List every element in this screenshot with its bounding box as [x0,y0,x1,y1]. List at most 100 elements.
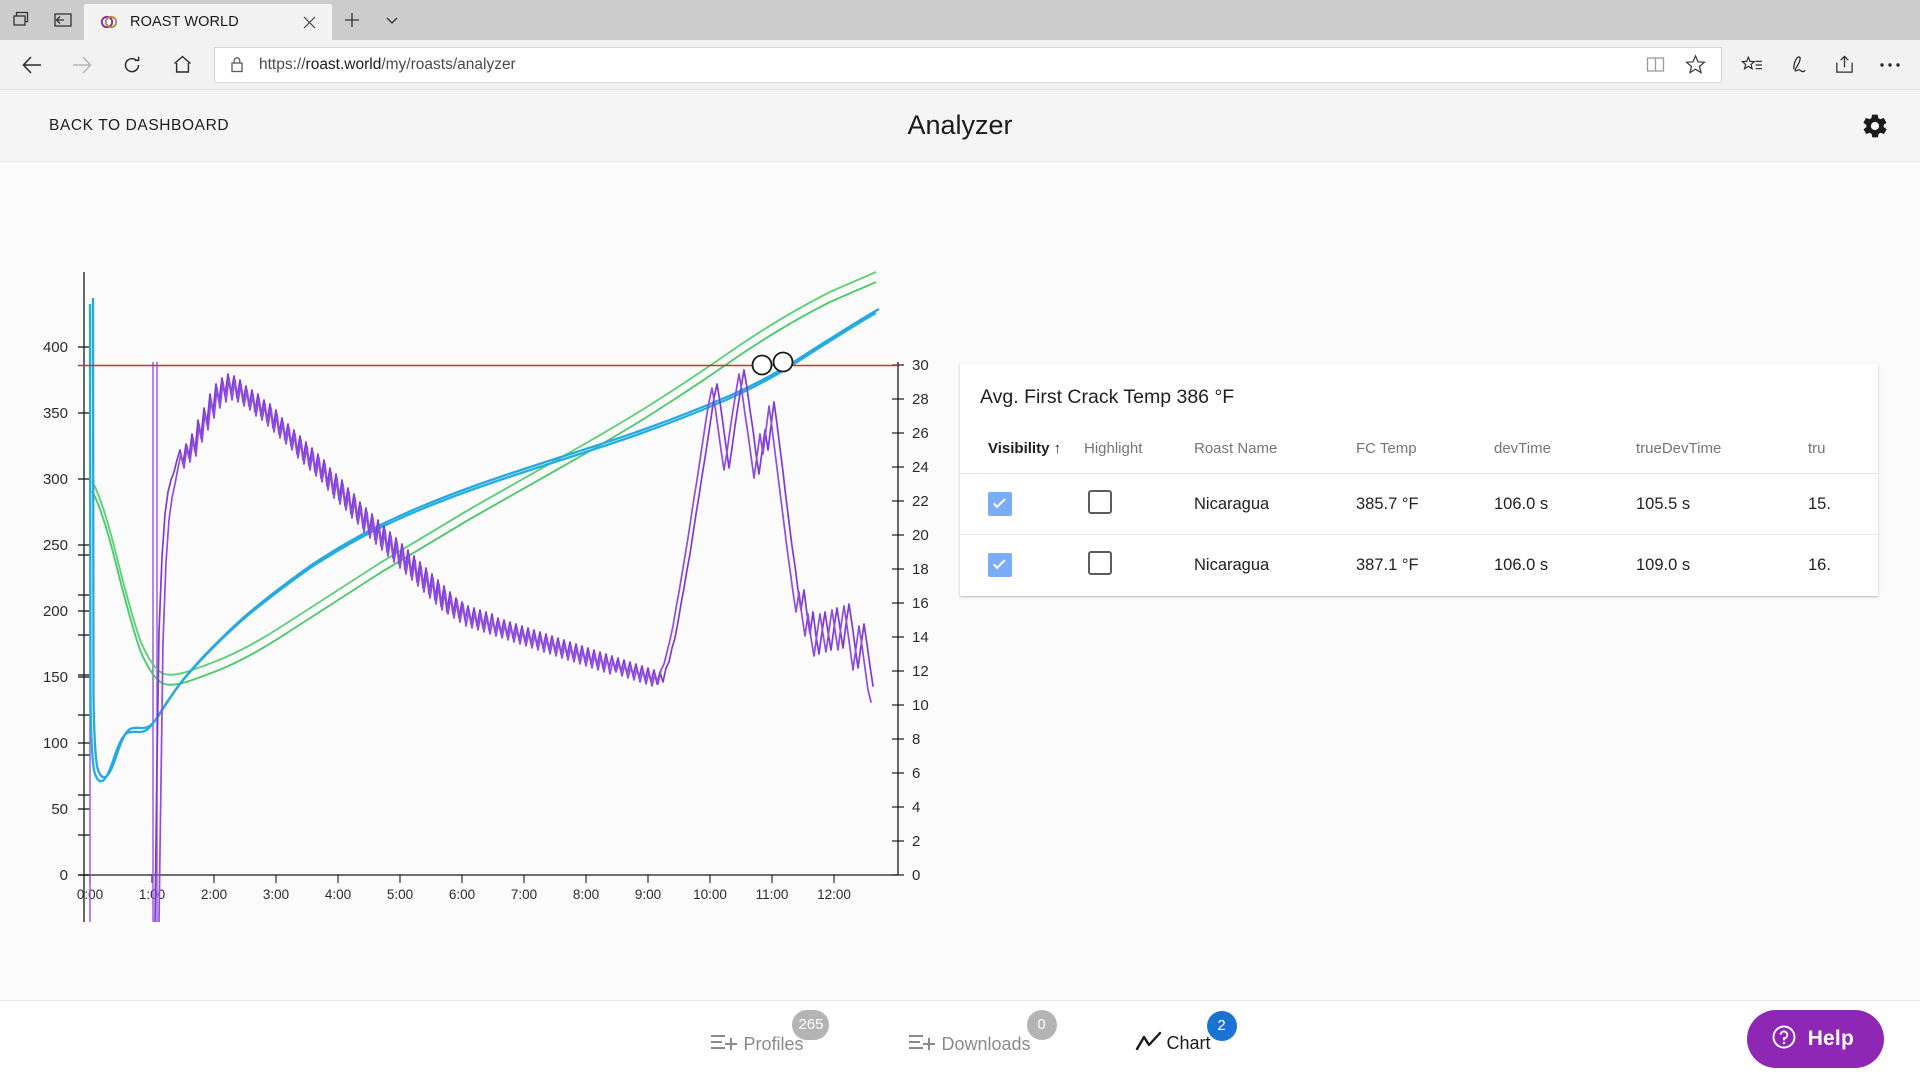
check-icon [992,556,1006,570]
nav-label-downloads: Downloads [941,1033,1031,1054]
add-to-list-icon [709,1030,739,1054]
svg-text:22: 22 [912,493,929,510]
column-header-fc-temp[interactable]: FC Temp [1356,426,1494,474]
home-icon[interactable] [158,45,206,85]
svg-text:2:00: 2:00 [201,887,227,902]
svg-text:250: 250 [43,537,68,554]
back-arrow-icon[interactable] [8,45,56,85]
nav-item-chart[interactable]: Chart 2 [1125,1010,1237,1055]
close-icon[interactable] [296,9,322,35]
forward-arrow-icon[interactable] [58,45,106,85]
set-aside-tabs-icon[interactable] [42,0,84,40]
chevron-down-icon[interactable] [372,0,412,40]
cell-visibility [960,473,1084,535]
svg-text:3:00: 3:00 [263,887,289,902]
back-to-dashboard-link[interactable]: BACK TO DASHBOARD [49,117,229,135]
table-row[interactable]: Nicaragua 387.1 °F 106.0 s 109.0 s 16. [960,535,1878,596]
reading-view-icon[interactable] [1635,48,1675,82]
svg-text:6: 6 [912,765,920,782]
badge-profiles: 265 [792,1009,830,1040]
browser-tab[interactable]: ROAST WORLD [84,4,332,40]
svg-text:50: 50 [51,801,68,818]
column-header-true-dev-time[interactable]: trueDevTime [1636,426,1808,474]
page-title: Analyzer [907,110,1013,140]
table-header-row: Visibility ↑ Highlight Roast Name FC Tem… [960,426,1878,474]
notes-pen-icon[interactable] [1776,45,1820,85]
svg-text:0: 0 [912,867,920,884]
more-ellipsis-icon[interactable] [1868,45,1912,85]
highlight-checkbox[interactable] [1088,489,1112,514]
tab-strip: ROAST WORLD [0,0,1920,40]
task-view-icon[interactable] [0,0,42,40]
nav-item-profiles[interactable]: Profiles 265 [699,1009,830,1056]
reload-icon[interactable] [108,45,156,85]
svg-text:26: 26 [912,425,929,442]
column-header-highlight[interactable]: Highlight [1084,426,1194,474]
column-header-true-dev-pct[interactable]: tru [1808,426,1878,474]
highlight-checkbox[interactable] [1088,550,1112,575]
browser-navigation-bar: https://roast.world/my/roasts/analyzer [0,40,1920,90]
bottom-navigation: Profiles 265 Downloads 0 Chart 2 [0,1000,1920,1080]
svg-text:4: 4 [912,799,920,816]
card-title: Avg. First Crack Temp 386 °F [980,386,1235,408]
table-body: Nicaragua 385.7 °F 106.0 s 105.5 s 15. N… [960,473,1878,596]
cell-true-dev-pct: 16. [1808,555,1831,574]
cell-highlight [1084,473,1194,535]
column-header-visibility[interactable]: Visibility ↑ [960,426,1084,474]
cell-roast-name: Nicaragua [1194,555,1270,574]
table-row[interactable]: Nicaragua 385.7 °F 106.0 s 105.5 s 15. [960,473,1878,535]
url-host: roast.world [305,55,382,73]
svg-text:9:00: 9:00 [635,887,661,902]
svg-text:11:00: 11:00 [756,887,789,902]
add-to-list-icon [907,1030,937,1054]
browser-window: ROAST WORLD https://roast.world/my/roast… [0,0,1920,1080]
cell-true-dev-time: 109.0 s [1636,555,1691,574]
svg-text:4:00: 4:00 [325,887,351,902]
cell-highlight [1084,535,1194,596]
app-header: BACK TO DASHBOARD Analyzer [0,90,1920,162]
help-button[interactable]: Help [1746,1010,1884,1068]
svg-text:28: 28 [912,391,929,408]
question-circle-icon [1771,1024,1797,1055]
badge-chart: 2 [1206,1010,1237,1041]
star-icon[interactable] [1675,48,1715,82]
visibility-checkbox[interactable] [988,553,1012,578]
column-header-roast-name[interactable]: Roast Name [1194,426,1356,474]
visibility-checkbox[interactable] [988,492,1012,516]
favorites-hub-icon[interactable] [1730,45,1774,85]
roast-table: Visibility ↑ Highlight Roast Name FC Tem… [960,426,1878,596]
gear-icon[interactable] [1858,109,1892,143]
svg-text:2: 2 [912,833,920,850]
roast-chart-svg: 0 50 100 150 200 250 300 350 400 0:00 1:… [0,162,930,922]
svg-text:14: 14 [912,629,929,646]
share-icon[interactable] [1822,45,1866,85]
svg-text:200: 200 [43,603,68,620]
svg-text:5:00: 5:00 [387,887,413,902]
svg-text:18: 18 [912,561,929,578]
svg-text:12: 12 [912,663,929,680]
line-chart-icon [1135,1031,1163,1053]
cell-fc-temp: 387.1 °F [1356,555,1419,574]
svg-text:8: 8 [912,731,920,748]
cell-true-dev-pct: 15. [1808,473,1878,535]
analyzer-content: 0 50 100 150 200 250 300 350 400 0:00 1:… [0,162,1920,1080]
svg-text:8:00: 8:00 [573,887,599,902]
help-label: Help [1807,1027,1854,1050]
svg-text:1:00: 1:00 [139,887,165,902]
address-bar[interactable]: https://roast.world/my/roasts/analyzer [214,46,1722,83]
svg-text:24: 24 [912,459,929,476]
svg-text:12:00: 12:00 [817,887,851,902]
new-tab-button[interactable] [332,0,372,40]
fc-marker-1 [751,354,773,376]
nav-item-downloads[interactable]: Downloads 0 [897,1009,1057,1056]
nav-label-profiles: Profiles [743,1033,804,1054]
column-header-dev-time[interactable]: devTime [1494,426,1636,474]
roast-chart[interactable]: 0 50 100 150 200 250 300 350 400 0:00 1:… [0,162,930,922]
svg-text:400: 400 [43,339,68,356]
svg-text:20: 20 [912,527,929,544]
badge-downloads: 0 [1026,1009,1057,1040]
cell-fc-temp: 385.7 °F [1356,473,1494,535]
cell-true-dev-time: 105.5 s [1636,473,1808,535]
svg-text:7:00: 7:00 [511,887,537,902]
tab-title: ROAST WORLD [130,14,239,30]
